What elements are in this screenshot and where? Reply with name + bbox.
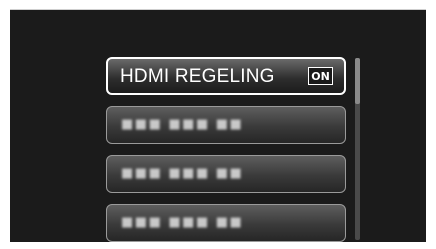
menu-item-label: ■■■ ■■■ ■■ [121,215,244,230]
scrollbar[interactable] [355,58,360,240]
menu-item-placeholder[interactable]: ■■■ ■■■ ■■ [106,155,346,193]
menu-item-hdmi-control[interactable]: HDMI REGELING ON [106,57,346,95]
menu-item-label: ■■■ ■■■ ■■ [121,166,244,181]
status-badge: ON [308,67,333,85]
menu-item-placeholder[interactable]: ■■■ ■■■ ■■ [106,106,346,144]
menu-item-placeholder[interactable]: ■■■ ■■■ ■■ [106,204,346,242]
scrollbar-thumb[interactable] [355,58,360,104]
menu-item-label: HDMI REGELING [120,66,275,87]
menu-item-label: ■■■ ■■■ ■■ [121,117,244,132]
